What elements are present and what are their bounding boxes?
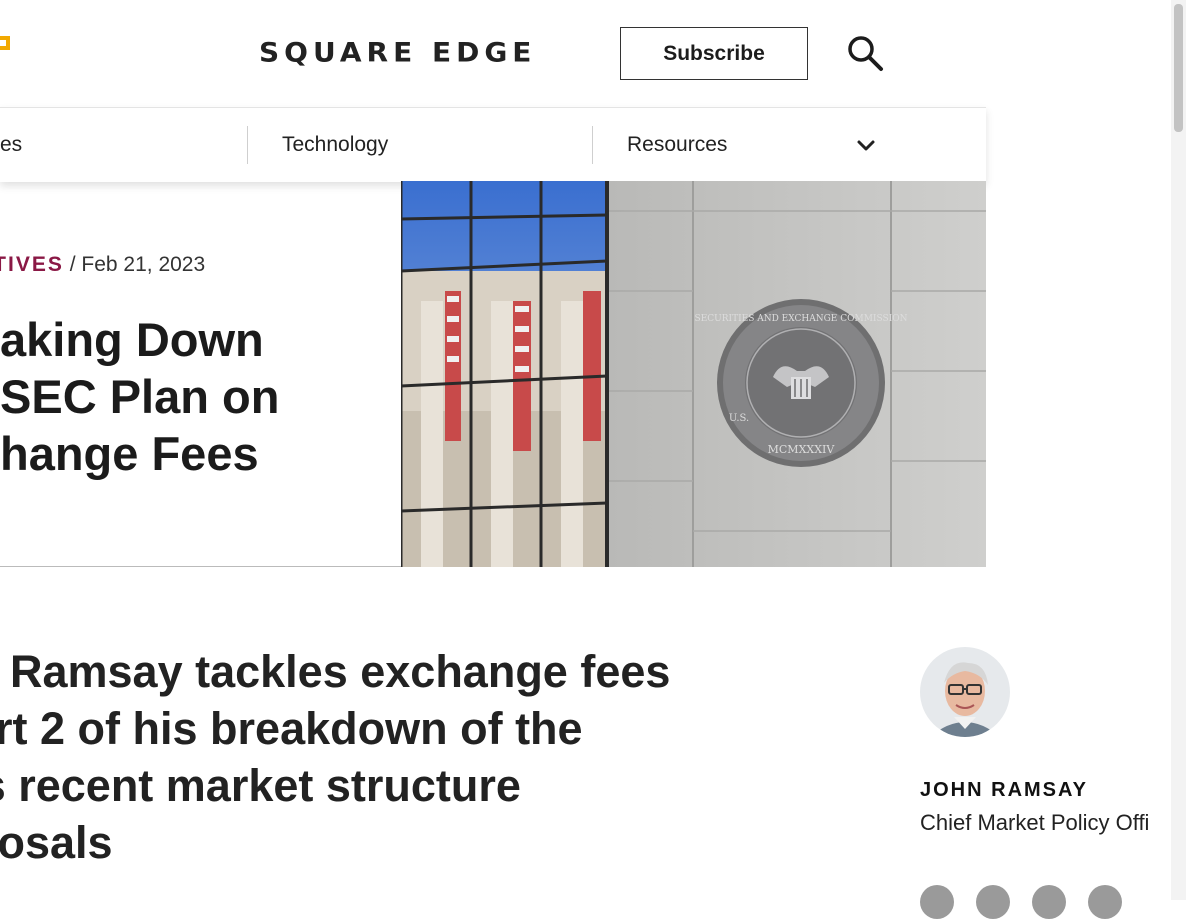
twitter-icon[interactable] (920, 885, 954, 919)
article-meta: CTIVES / Feb 21, 2023 (0, 253, 205, 277)
author-name[interactable]: JOHN RAMSAY (920, 779, 1088, 802)
main-nav: es Technology Resources (0, 107, 986, 182)
subscribe-button[interactable]: Subscribe (620, 27, 808, 80)
avatar[interactable] (920, 647, 1010, 737)
seal-top-text: SECURITIES AND EXCHANGE COMMISSION (695, 314, 908, 324)
seal-bottom-text: MCMXXXIV (768, 443, 836, 456)
category-link[interactable]: CTIVES (0, 253, 64, 276)
chevron-down-icon[interactable] (856, 135, 876, 155)
page-scrollbar[interactable] (1171, 0, 1186, 900)
title-line: aking Down (0, 313, 264, 366)
copy-icon[interactable] (1088, 885, 1122, 919)
hero-image: SECURITIES AND EXCHANGE COMMISSION MCMXX… (401, 181, 986, 567)
hero-divider (0, 566, 401, 567)
article-lede: n Ramsay tackles exchange fees art 2 of … (0, 643, 670, 871)
nav-item-perspectives[interactable]: es (0, 108, 22, 182)
linkedin-icon[interactable] (976, 885, 1010, 919)
logo-icon[interactable] (0, 36, 10, 50)
author-role: Chief Market Policy Offi (920, 810, 1150, 835)
lede-line: oosals (0, 817, 113, 868)
email-icon[interactable] (1032, 885, 1066, 919)
seal-left-text: U.S. (729, 413, 749, 424)
search-icon[interactable] (846, 34, 884, 72)
title-line: SEC Plan on (0, 370, 280, 423)
lede-line: 's recent market structure (0, 760, 521, 811)
nav-divider (592, 126, 593, 164)
brand-logo[interactable]: SQUARE EDGE (259, 37, 536, 68)
title-line: hange Fees (0, 427, 259, 480)
lede-line: art 2 of his breakdown of the (0, 703, 583, 754)
publish-date: Feb 21, 2023 (81, 253, 206, 276)
nav-item-resources[interactable]: Resources (627, 108, 727, 182)
scrollbar-thumb[interactable] (1174, 4, 1183, 132)
nav-divider (247, 126, 248, 164)
nav-item-technology[interactable]: Technology (282, 108, 388, 182)
article-title: aking Down SEC Plan on hange Fees (0, 311, 279, 482)
lede-line: n Ramsay tackles exchange fees (0, 646, 671, 697)
separator: / (69, 253, 76, 276)
